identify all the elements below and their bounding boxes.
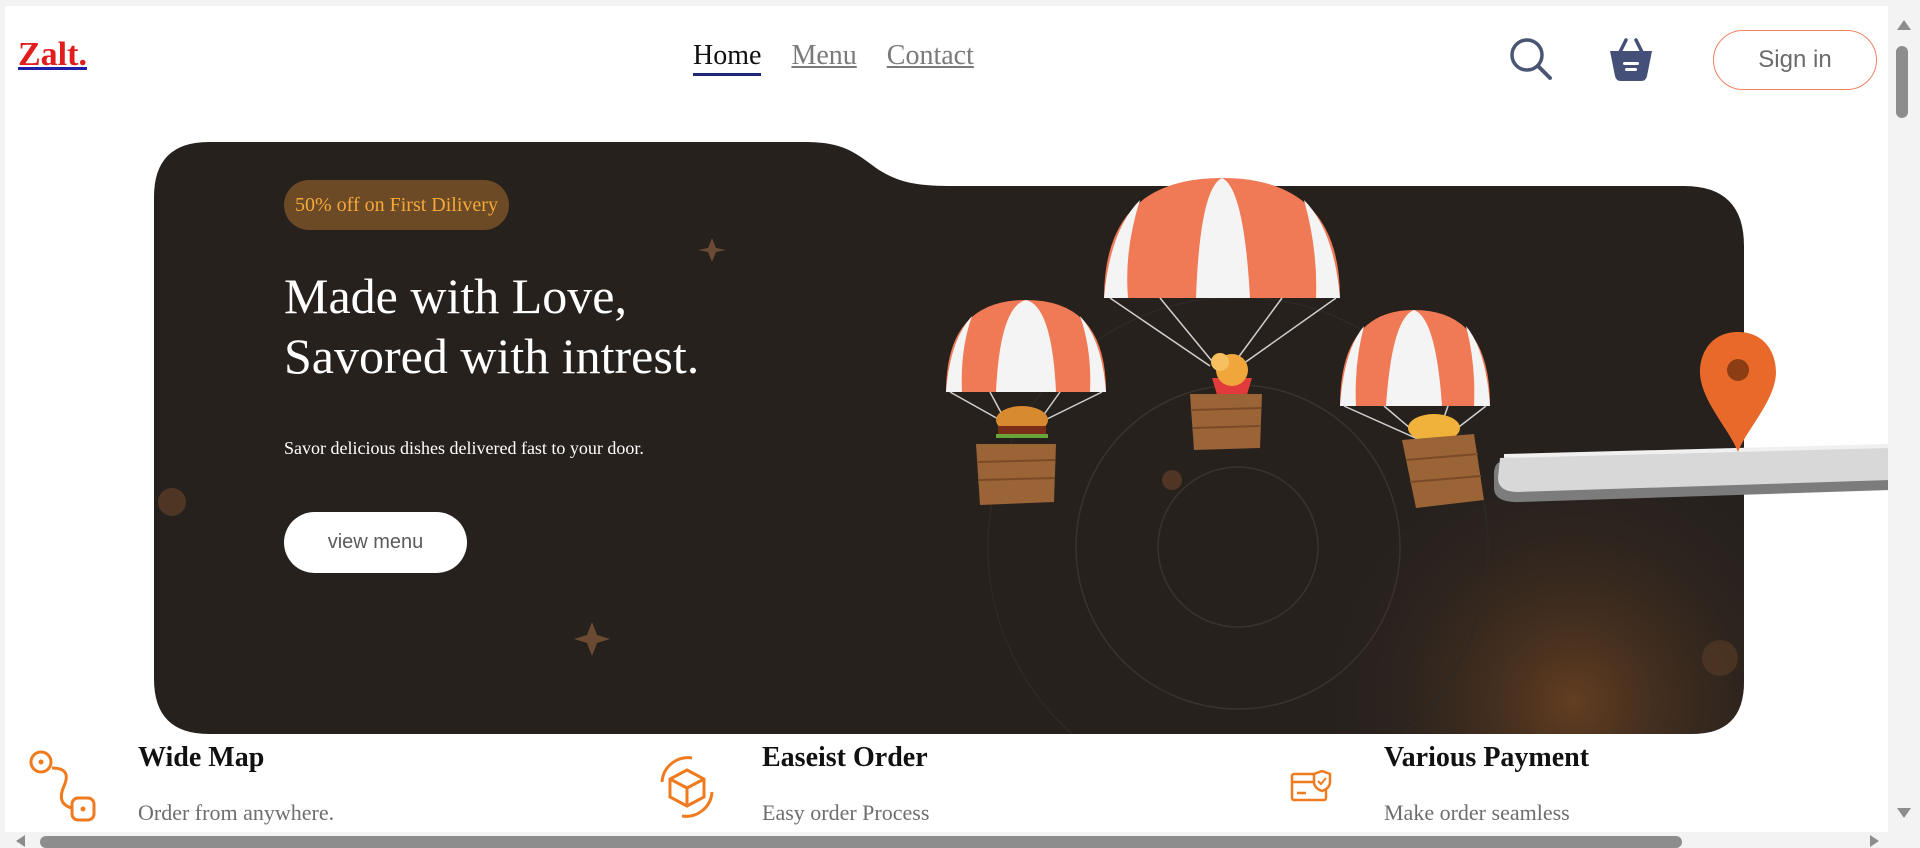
sign-in-button[interactable]: Sign in xyxy=(1713,30,1877,90)
scroll-down-arrow-icon[interactable] xyxy=(1897,808,1911,818)
scroll-left-arrow-icon[interactable] xyxy=(16,835,25,847)
package-cycle-icon xyxy=(660,756,714,818)
feature-description: Easy order Process xyxy=(762,800,930,825)
route-map-icon xyxy=(29,750,96,822)
promo-badge: 50% off on First Dilivery xyxy=(284,180,509,230)
nav-menu-link[interactable]: Menu xyxy=(791,40,856,76)
basket-icon xyxy=(1610,38,1652,81)
hero-headline-line-2: Savored with intrest. xyxy=(284,328,700,384)
window-left-edge xyxy=(0,0,5,848)
scroll-right-arrow-icon[interactable] xyxy=(1870,835,1879,847)
secure-card-icon xyxy=(1290,770,1332,802)
feature-title: Wide Map xyxy=(138,742,265,773)
window-top-edge xyxy=(0,0,1920,6)
nav-contact-link[interactable]: Contact xyxy=(887,40,974,76)
logo[interactable]: Zalt. xyxy=(18,36,87,74)
hero-subtext: Savor delicious dishes delivered fast to… xyxy=(284,438,644,458)
horizontal-scroll-thumb[interactable] xyxy=(40,836,1682,848)
hero-banner: 50% off on First Dilivery Made with Love… xyxy=(154,142,1744,734)
feature-title: Easeist Order xyxy=(762,742,928,773)
main-nav: Home Menu Contact xyxy=(693,40,974,76)
vertical-scrollbar[interactable] xyxy=(1888,6,1920,832)
nav-home-link[interactable]: Home xyxy=(693,40,762,76)
vertical-scroll-thumb[interactable] xyxy=(1896,46,1908,118)
hero-headline-line-1: Made with Love, xyxy=(284,268,627,324)
feature-title: Various Payment xyxy=(1384,742,1590,773)
basket-button[interactable] xyxy=(1606,34,1656,84)
hero-headline: Made with Love, Savored with intrest. xyxy=(284,266,699,386)
scroll-up-arrow-icon[interactable] xyxy=(1897,20,1911,30)
feature-description: Make order seamless xyxy=(1384,800,1570,825)
search-icon xyxy=(1510,38,1552,80)
view-menu-button[interactable]: view menu xyxy=(284,512,467,573)
search-button[interactable] xyxy=(1506,34,1556,84)
feature-description: Order from anywhere. xyxy=(138,800,335,825)
